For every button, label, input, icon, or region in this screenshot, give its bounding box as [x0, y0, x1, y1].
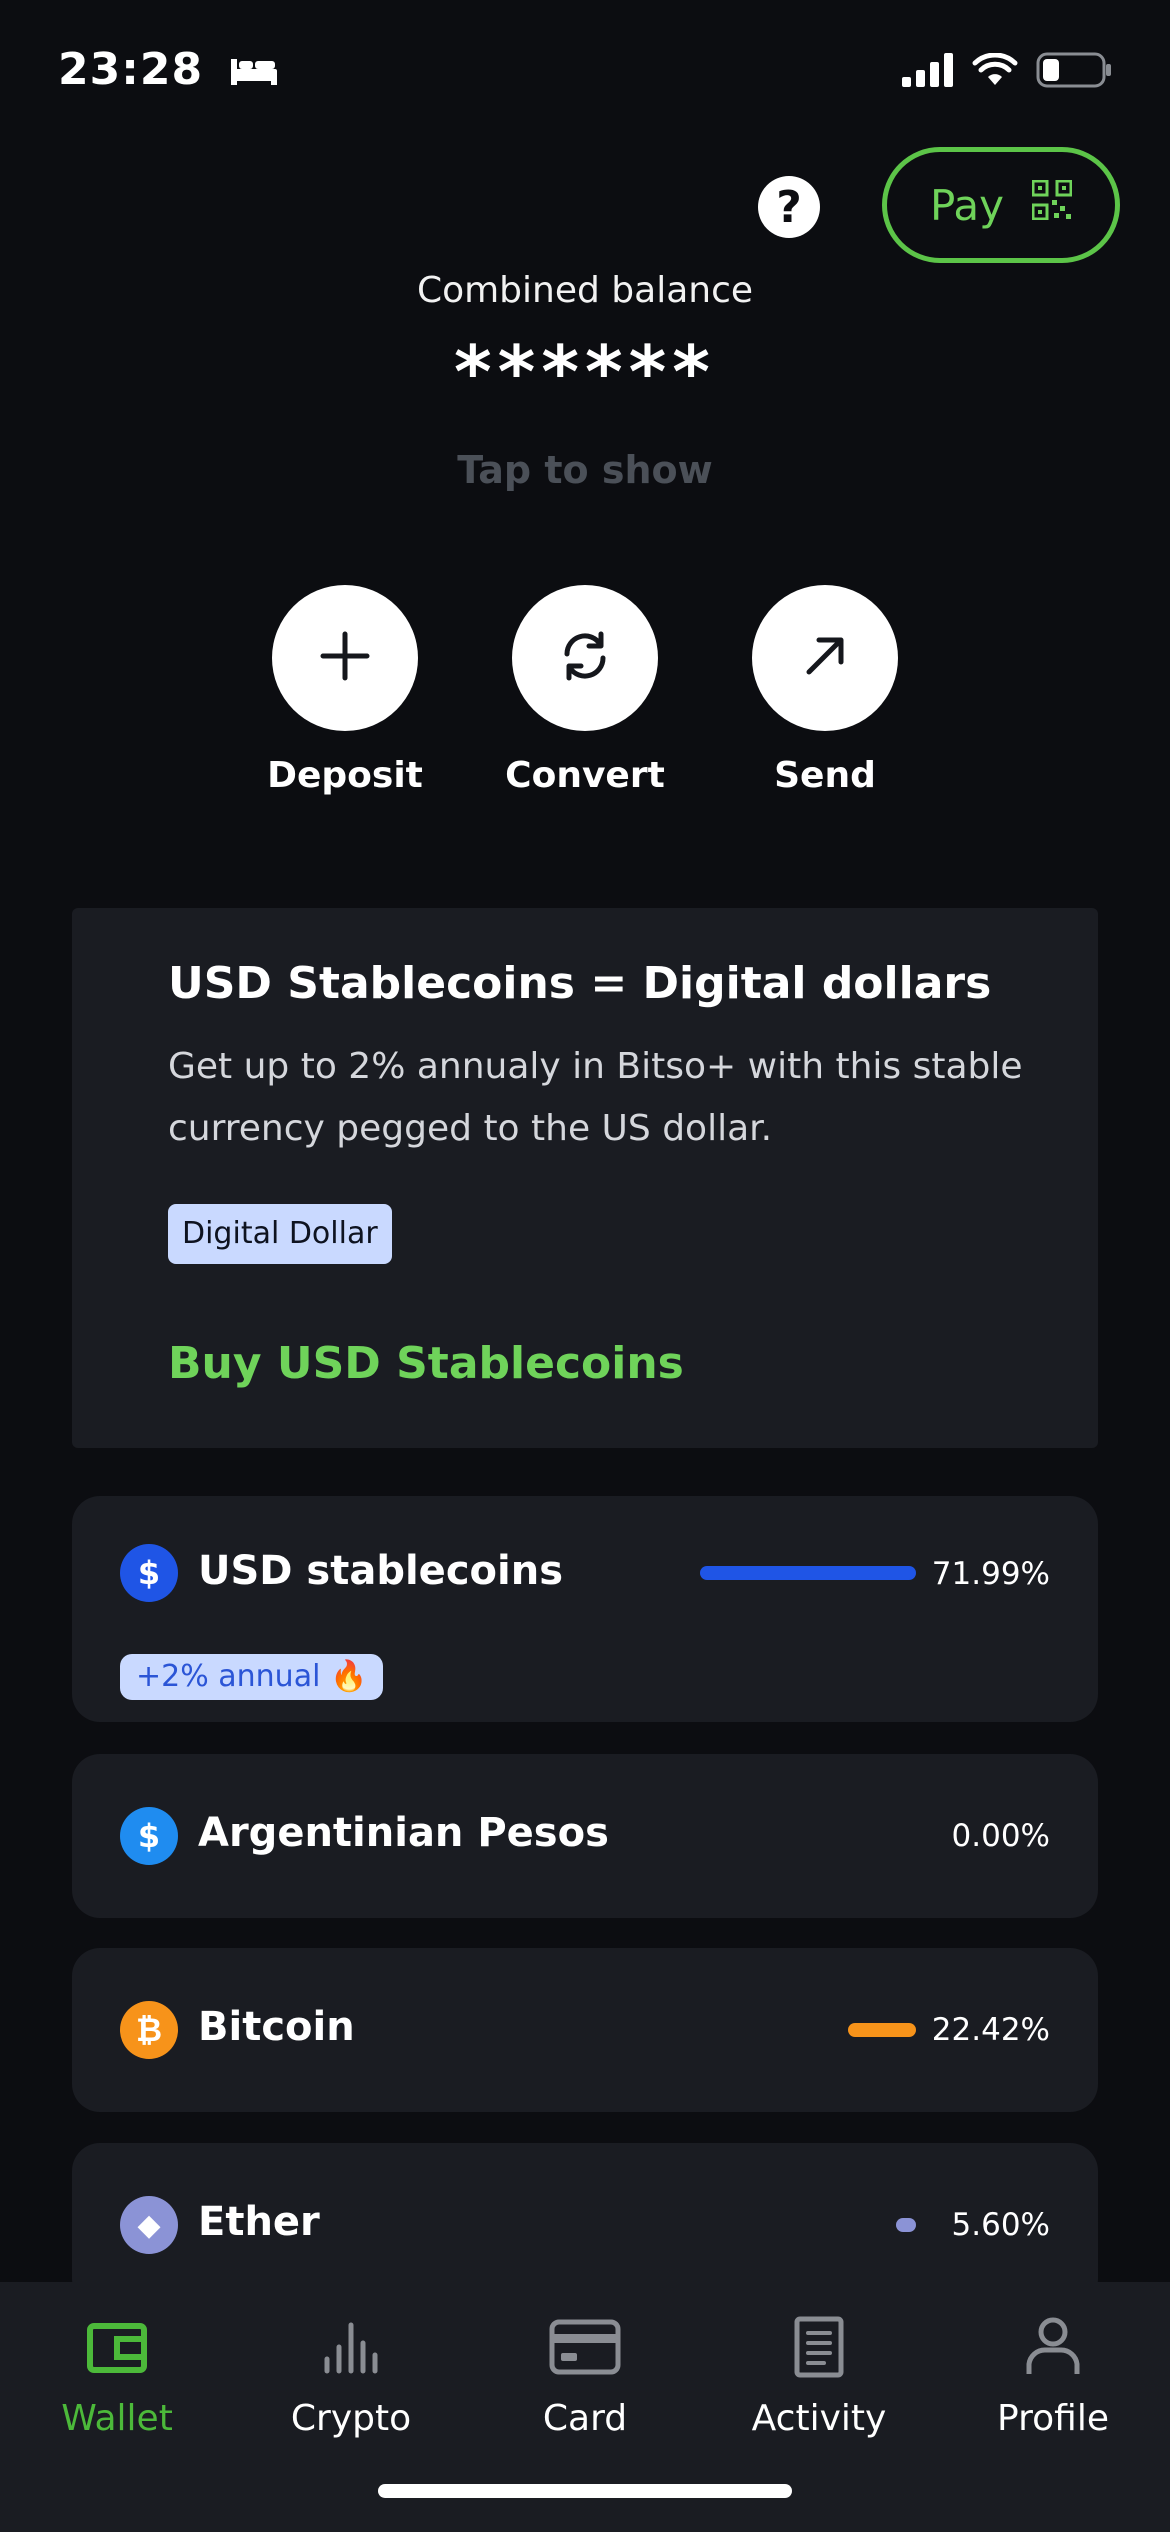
- ether-icon: ◆: [120, 2196, 178, 2254]
- tab-crypto[interactable]: Crypto: [234, 2302, 468, 2439]
- allocation-bar: [700, 1566, 916, 1580]
- dollar-icon: $: [120, 1807, 178, 1865]
- allocation-bar: [848, 2023, 916, 2037]
- tap-to-show-link[interactable]: Tap to show: [0, 448, 1170, 492]
- tab-label: Profile: [997, 2398, 1109, 2439]
- tab-label: Activity: [751, 2398, 887, 2439]
- sleep-icon: [229, 47, 279, 98]
- promo-title: USD Stablecoins = Digital dollars: [168, 958, 992, 1009]
- help-button[interactable]: ?: [758, 176, 820, 238]
- annual-yield-badge: +2% annual 🔥: [120, 1654, 384, 1700]
- help-icon: ?: [776, 181, 802, 233]
- asset-row-bitcoin[interactable]: ₿ Bitcoin 22.42%: [72, 1948, 1098, 2112]
- person-icon: [936, 2302, 1170, 2392]
- allocation-bar: [896, 2218, 916, 2232]
- wifi-icon: [972, 52, 1018, 91]
- balance-label: Combined balance: [416, 270, 754, 311]
- home-indicator[interactable]: [378, 2484, 792, 2498]
- card-icon: [468, 2302, 702, 2392]
- asset-name: Ether: [198, 2199, 320, 2245]
- deposit-button[interactable]: [272, 585, 418, 731]
- asset-name: USD stablecoins: [198, 1548, 563, 1594]
- send-action[interactable]: Send: [705, 585, 945, 796]
- balance-value[interactable]: ******: [0, 330, 1170, 414]
- deposit-label: Deposit: [267, 755, 423, 796]
- pay-button[interactable]: Pay: [882, 147, 1120, 263]
- send-button[interactable]: [752, 585, 898, 731]
- plus-icon: [317, 628, 373, 688]
- arrow-up-right-icon: [797, 628, 853, 688]
- tab-label: Card: [542, 2398, 628, 2439]
- wallet-icon: [0, 2302, 234, 2392]
- tab-profile[interactable]: Profile: [936, 2302, 1170, 2439]
- asset-percent: 71.99%: [931, 1556, 1050, 1592]
- convert-button[interactable]: [512, 585, 658, 731]
- dollar-icon: $: [120, 1544, 178, 1602]
- refresh-icon: [555, 626, 615, 690]
- asset-row-usd-stablecoins[interactable]: $ USD stablecoins 71.99% +2% annual 🔥: [72, 1496, 1098, 1722]
- signal-icon: [902, 53, 954, 91]
- tab-activity[interactable]: Activity: [702, 2302, 936, 2439]
- qr-code-icon: [1031, 179, 1073, 230]
- asset-name: Bitcoin: [198, 2004, 355, 2050]
- buy-usd-stablecoins-link[interactable]: Buy USD Stablecoins: [168, 1338, 684, 1389]
- asset-percent: 22.42%: [931, 2012, 1050, 2048]
- convert-label: Convert: [505, 755, 665, 796]
- promo-description: Get up to 2% annualy in Bitso+ with this…: [168, 1046, 1023, 1149]
- status-icons: [902, 52, 1112, 92]
- document-icon: [702, 2302, 936, 2392]
- tab-label: Crypto: [290, 2398, 412, 2439]
- bitcoin-icon: ₿: [120, 2001, 178, 2059]
- asset-row-argentinian-pesos[interactable]: $ Argentinian Pesos 0.00%: [72, 1754, 1098, 1918]
- promo-card: USD Stablecoins = Digital dollars Get up…: [72, 908, 1098, 1448]
- convert-action[interactable]: Convert: [465, 585, 705, 796]
- send-label: Send: [774, 755, 876, 796]
- asset-percent: 0.00%: [951, 1818, 1050, 1854]
- tab-wallet[interactable]: Wallet: [0, 2302, 234, 2439]
- pay-label: Pay: [929, 180, 1005, 230]
- deposit-action[interactable]: Deposit: [225, 585, 465, 796]
- asset-name: Argentinian Pesos: [198, 1810, 609, 1856]
- battery-icon: [1036, 52, 1112, 92]
- promo-tag: Digital Dollar: [168, 1204, 392, 1264]
- status-time: 23:28: [58, 44, 279, 98]
- tab-label: Wallet: [61, 2398, 173, 2439]
- chart-icon: [234, 2302, 468, 2392]
- asset-percent: 5.60%: [951, 2207, 1050, 2243]
- tab-card[interactable]: Card: [468, 2302, 702, 2439]
